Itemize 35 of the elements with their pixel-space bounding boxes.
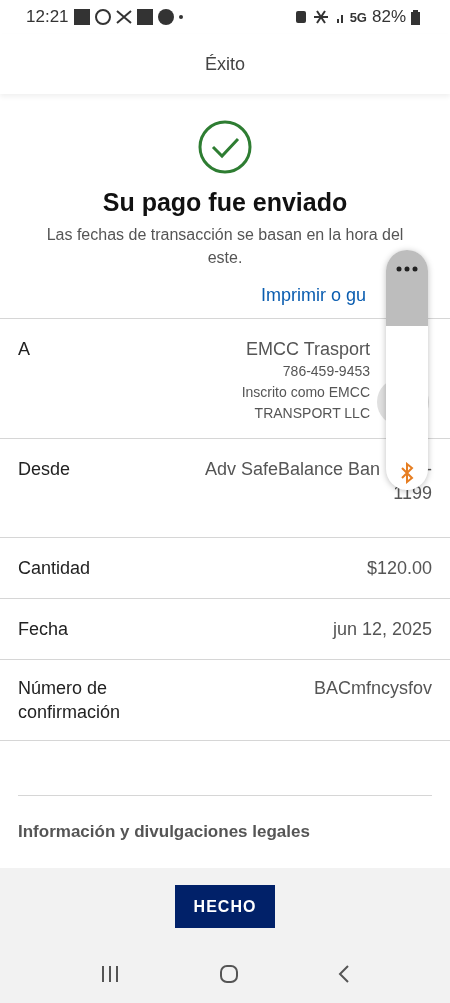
detail-label: Fecha: [18, 618, 69, 641]
detail-value: jun 12, 2025: [332, 618, 432, 641]
detail-value: $120.00: [366, 557, 432, 580]
detail-label: Cantidad: [18, 557, 91, 580]
system-icons: [294, 9, 345, 25]
done-button[interactable]: HECHO: [175, 885, 275, 928]
more-icon[interactable]: [396, 266, 418, 272]
home-icon[interactable]: [219, 964, 239, 984]
print-link[interactable]: Imprimir o gu: [260, 285, 366, 306]
recents-icon[interactable]: [99, 965, 120, 983]
detail-label: A: [18, 338, 30, 361]
app-square-icon: [136, 9, 153, 25]
success-title: Su pago fue enviado: [102, 188, 348, 217]
back-icon[interactable]: [338, 965, 351, 983]
detail-label: Desde: [18, 458, 71, 481]
battery-icon: [411, 9, 420, 25]
time-note: Las fechas de transacción se basan en la hora del este.: [45, 225, 405, 268]
screen-title: Éxito: [205, 53, 245, 75]
network-label: 5G: [349, 9, 367, 25]
detail-value: 786-459-9453: [282, 362, 370, 381]
detail-value: EMCC Trasport: [245, 338, 370, 361]
dot-icon: [178, 15, 183, 19]
bluetooth-icon[interactable]: [398, 462, 416, 484]
status-time: 12:21: [26, 7, 69, 27]
detail-value: Adv SafeBalance Ban: [204, 458, 380, 481]
legal-link[interactable]: Información y divulgaciones legales: [18, 822, 310, 841]
battery-percent: 82%: [371, 7, 406, 27]
success-check-icon: [198, 120, 252, 174]
detail-value: -: [426, 458, 432, 481]
detail-value: BACmfncysfov: [313, 677, 432, 700]
detail-value: TRANSPORT LLC: [254, 404, 370, 423]
app-square-icon: [73, 9, 90, 25]
detail-value: Inscrito como EMCC: [241, 383, 370, 402]
detail-label: Número de confirmación: [18, 677, 122, 724]
scissors-icon: [115, 10, 132, 24]
